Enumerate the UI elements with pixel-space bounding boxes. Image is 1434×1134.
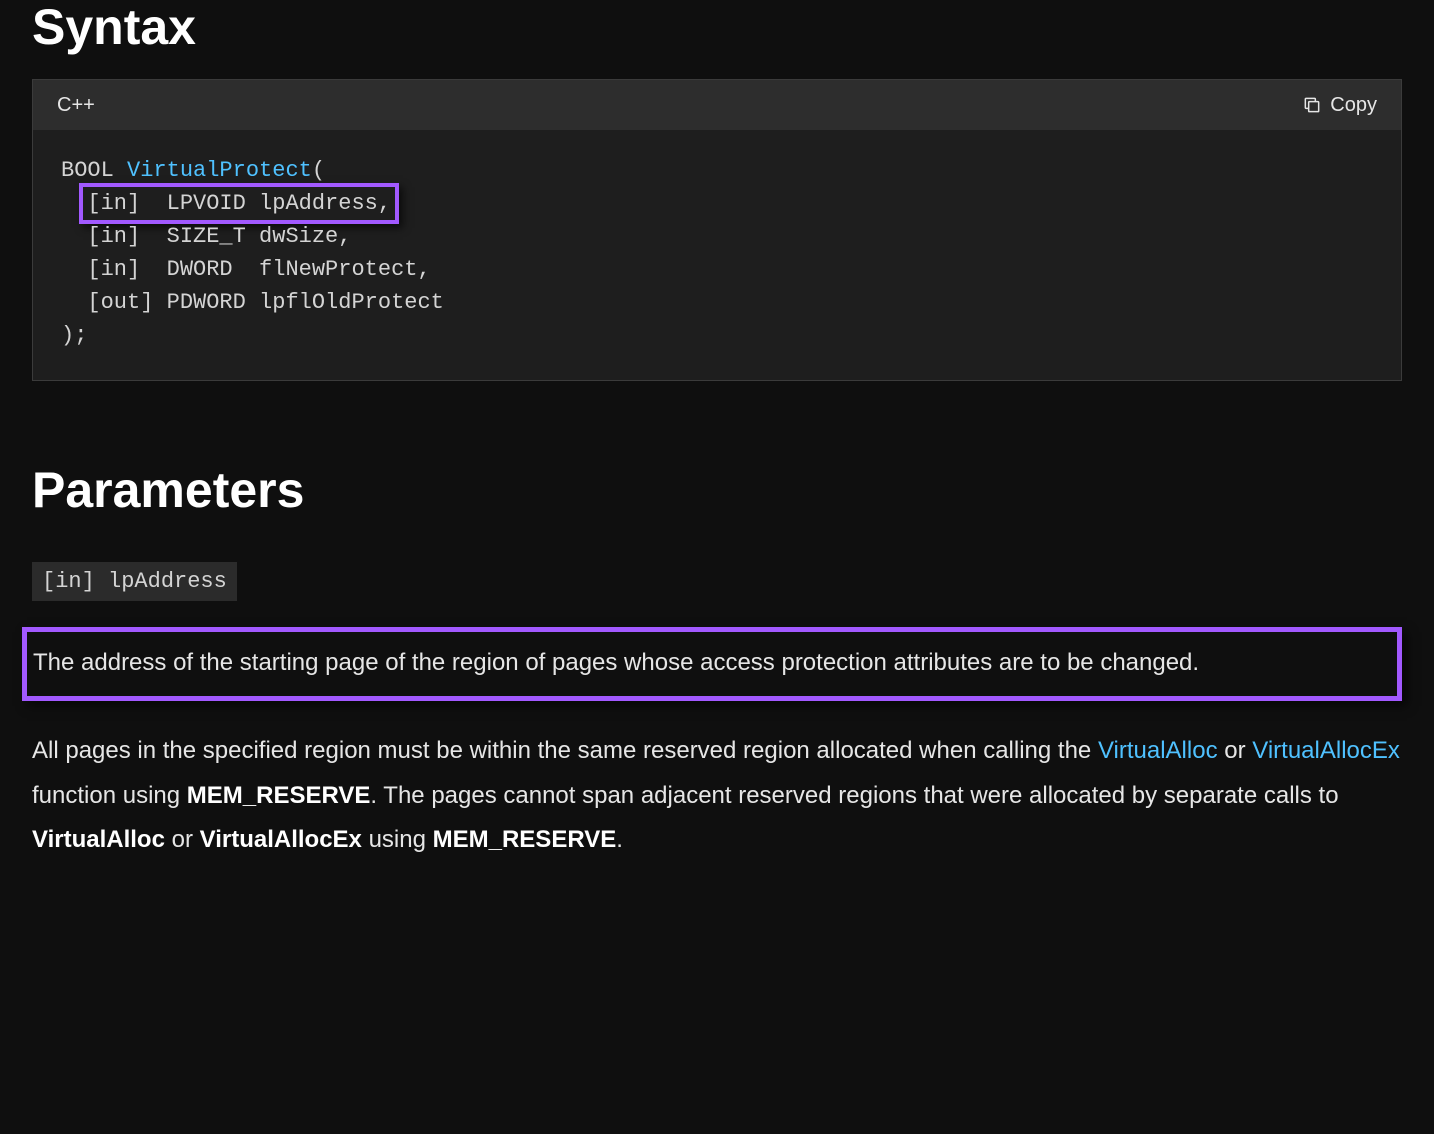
highlighted-description: The address of the starting page of the … <box>22 627 1402 701</box>
highlighted-param-line: [in] LPVOID lpAddress, <box>79 183 399 224</box>
param-dir: [out] <box>87 290 153 315</box>
param-name: lpflOldProtect <box>259 290 444 315</box>
code-function-name: VirtualProtect <box>127 158 312 183</box>
param-type: LPVOID <box>167 191 246 216</box>
param-type: DWORD <box>167 257 233 282</box>
param-dir: [in] <box>87 224 140 249</box>
param-dir: [in] <box>87 257 140 282</box>
code-close: ); <box>61 323 87 348</box>
text-run: using <box>362 826 433 853</box>
parameter-body-paragraph: All pages in the specified region must b… <box>32 729 1402 862</box>
text-run: All pages in the specified region must b… <box>32 737 1098 764</box>
text-run: . <box>616 826 623 853</box>
code-content[interactable]: BOOL VirtualProtect( [in] LPVOID lpAddre… <box>33 130 1401 380</box>
param-type: SIZE_T <box>167 224 246 249</box>
code-header: C++ Copy <box>33 80 1401 130</box>
code-block: C++ Copy BOOL VirtualProtect( [in] LPVOI… <box>32 79 1402 381</box>
text-run: or <box>1218 737 1253 764</box>
syntax-heading: Syntax <box>32 0 1402 55</box>
parameter-label: [in] lpAddress <box>32 562 237 601</box>
bold-mem-reserve: MEM_RESERVE <box>187 782 371 809</box>
copy-icon <box>1302 95 1322 115</box>
bold-mem-reserve: MEM_RESERVE <box>433 826 617 853</box>
bold-virtualalloc: VirtualAlloc <box>32 826 165 853</box>
param-type: PDWORD <box>167 290 246 315</box>
bold-virtualallocex: VirtualAllocEx <box>200 826 362 853</box>
text-run: . The pages cannot span adjacent reserve… <box>370 782 1338 809</box>
copy-button-label: Copy <box>1330 90 1377 120</box>
param-name: flNewProtect, <box>259 257 431 282</box>
param-dir: [in] <box>87 191 140 216</box>
link-virtualallocex[interactable]: VirtualAllocEx <box>1252 737 1400 764</box>
link-virtualalloc[interactable]: VirtualAlloc <box>1098 737 1218 764</box>
copy-button[interactable]: Copy <box>1302 90 1377 120</box>
code-open-paren: ( <box>312 158 325 183</box>
parameters-heading: Parameters <box>32 453 1402 528</box>
code-language-label: C++ <box>57 90 95 120</box>
param-name: dwSize, <box>259 224 351 249</box>
param-name: lpAddress, <box>259 191 391 216</box>
text-run: or <box>165 826 200 853</box>
text-run: function using <box>32 782 187 809</box>
code-return-type: BOOL <box>61 158 114 183</box>
